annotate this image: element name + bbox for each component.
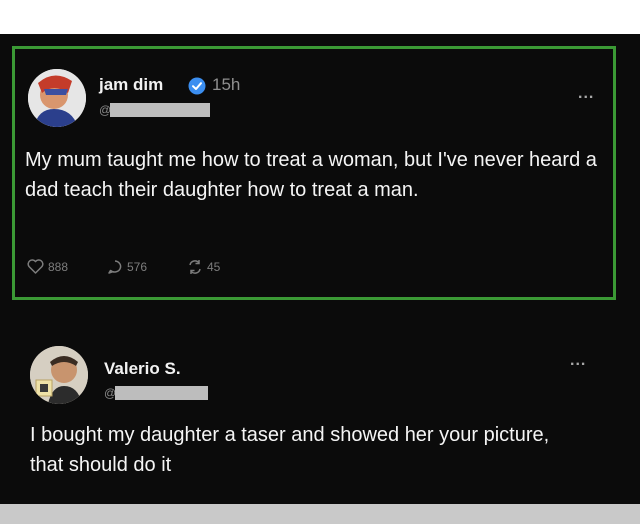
reply-action[interactable]: 576 [107, 259, 147, 275]
image-bottom-border [0, 504, 640, 524]
author-name[interactable]: jam dim [99, 75, 163, 95]
avatar[interactable] [28, 69, 86, 127]
reply-author-name[interactable]: Valerio S. [104, 359, 181, 379]
handle-redacted [110, 103, 210, 117]
verified-badge-icon [188, 77, 206, 95]
reply-text: I bought my daughter a taser and showed … [30, 424, 550, 476]
image-top-border [0, 0, 640, 34]
reply-avatar-image [30, 346, 88, 404]
repost-icon [189, 260, 201, 274]
like-action[interactable]: 888 [27, 259, 68, 274]
repost-count: 45 [207, 260, 221, 274]
reply-more-icon[interactable]: ... [570, 352, 586, 370]
avatar-image [28, 69, 86, 127]
post-text: My mum taught me how to treat a woman, b… [25, 149, 597, 201]
highlighted-post[interactable]: jam dim 15h @ ... My mum taught me how t… [12, 46, 616, 300]
reply-handle-redacted [115, 386, 208, 400]
like-count: 888 [48, 259, 69, 274]
reply-avatar[interactable] [30, 346, 88, 404]
reply-count: 576 [127, 260, 148, 274]
post-time: 15h [212, 75, 241, 94]
feed-screen: jam dim 15h @ ... My mum taught me how t… [0, 34, 640, 504]
heart-icon [27, 259, 44, 274]
more-icon[interactable]: ... [578, 85, 594, 103]
repost-action[interactable]: 45 [187, 259, 220, 275]
reply-icon [108, 260, 122, 274]
